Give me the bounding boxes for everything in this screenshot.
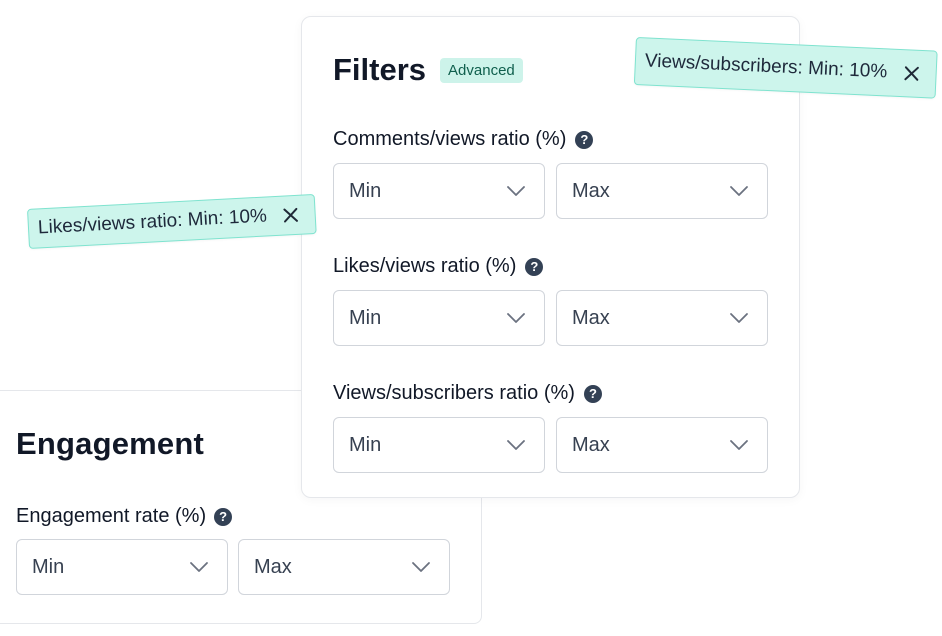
engagement-rate-min-select[interactable]: Min <box>16 539 228 595</box>
select-value: Min <box>349 179 382 202</box>
field-label-text: Likes/views ratio (%) <box>333 255 517 277</box>
select-value: Max <box>572 306 610 329</box>
help-icon[interactable]: ? <box>575 130 594 149</box>
select-value: Min <box>32 555 65 578</box>
chevron-down-icon <box>507 440 525 450</box>
engagement-rate-label: Engagement rate (%) ? <box>16 505 233 528</box>
views-subscribers-ratio-label: Views/subscribers ratio (%) ? <box>333 382 602 405</box>
chip-label: Views/subscribers: Min: 10% <box>644 50 888 83</box>
close-icon[interactable] <box>903 65 920 82</box>
field-label-text: Views/subscribers ratio (%) <box>333 382 575 404</box>
engagement-rate-max-select[interactable]: Max <box>238 539 450 595</box>
help-icon[interactable]: ? <box>583 384 602 403</box>
canvas: Engagement Engagement rate (%) ? Min Max… <box>0 0 942 636</box>
likes-views-ratio-label: Likes/views ratio (%) ? <box>333 255 544 278</box>
chevron-down-icon <box>730 313 748 323</box>
likes-views-max-select[interactable]: Max <box>556 290 768 346</box>
advanced-badge: Advanced <box>440 57 523 83</box>
select-value: Min <box>349 306 382 329</box>
comments-views-ratio-label: Comments/views ratio (%) ? <box>333 128 594 151</box>
chevron-down-icon <box>190 562 208 572</box>
field-label-text: Comments/views ratio (%) <box>333 128 567 150</box>
chevron-down-icon <box>730 186 748 196</box>
likes-views-min-select[interactable]: Min <box>333 290 545 346</box>
views-subscribers-max-select[interactable]: Max <box>556 417 768 473</box>
filters-header: Filters Advanced <box>333 52 523 88</box>
chevron-down-icon <box>730 440 748 450</box>
comments-views-min-select[interactable]: Min <box>333 163 545 219</box>
engagement-rate-label-text: Engagement rate (%) <box>16 505 207 527</box>
chevron-down-icon <box>507 186 525 196</box>
comments-views-max-select[interactable]: Max <box>556 163 768 219</box>
chevron-down-icon <box>507 313 525 323</box>
chevron-down-icon <box>412 562 430 572</box>
views-subscribers-min-select[interactable]: Min <box>333 417 545 473</box>
chip-label: Likes/views ratio: Min: 10% <box>37 205 268 239</box>
likes-views-filter-chip[interactable]: Likes/views ratio: Min: 10% <box>27 193 317 249</box>
filters-title: Filters <box>333 52 427 87</box>
engagement-title: Engagement <box>16 426 205 461</box>
select-value: Min <box>349 433 382 456</box>
select-value: Max <box>572 179 610 202</box>
help-icon[interactable]: ? <box>214 507 233 526</box>
select-value: Max <box>572 433 610 456</box>
help-icon[interactable]: ? <box>525 257 544 276</box>
close-icon[interactable] <box>282 207 299 224</box>
select-value: Max <box>254 555 292 578</box>
